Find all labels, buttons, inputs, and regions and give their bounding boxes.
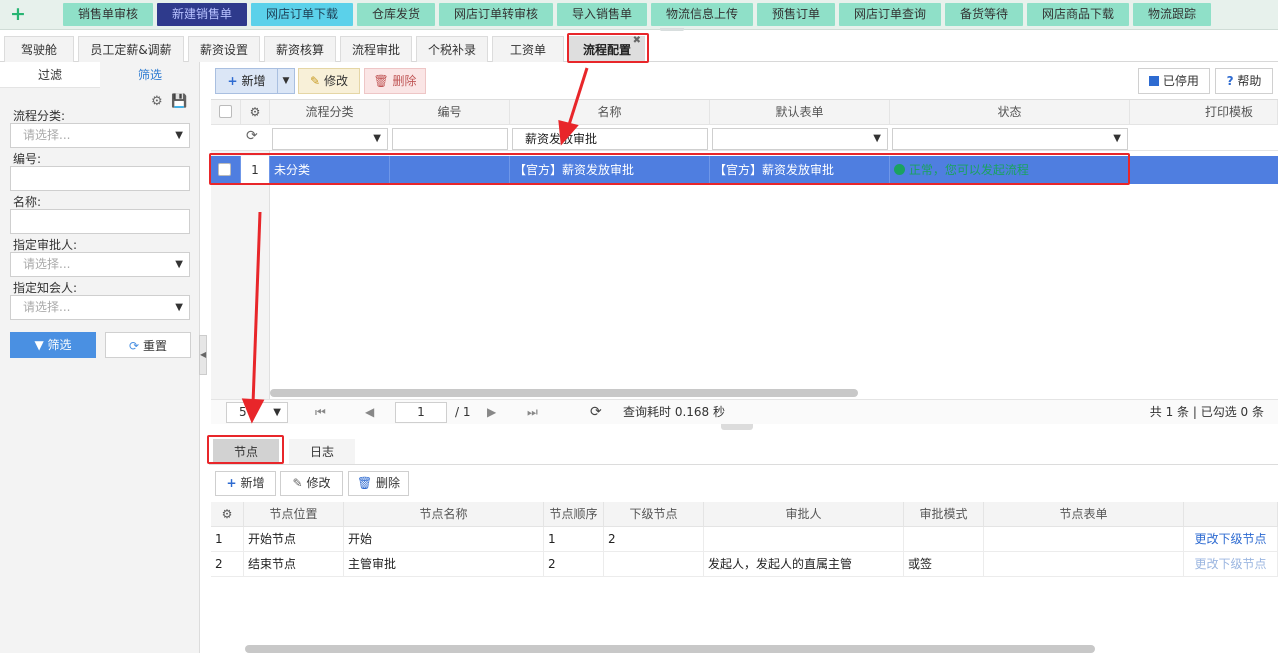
annotation-arrow-head xyxy=(241,398,265,424)
annotation-arrows xyxy=(241,67,589,424)
annotation-arrow-head xyxy=(558,120,579,146)
annotation-arrow-line xyxy=(251,211,262,405)
annotation-arrow-line xyxy=(566,67,589,129)
